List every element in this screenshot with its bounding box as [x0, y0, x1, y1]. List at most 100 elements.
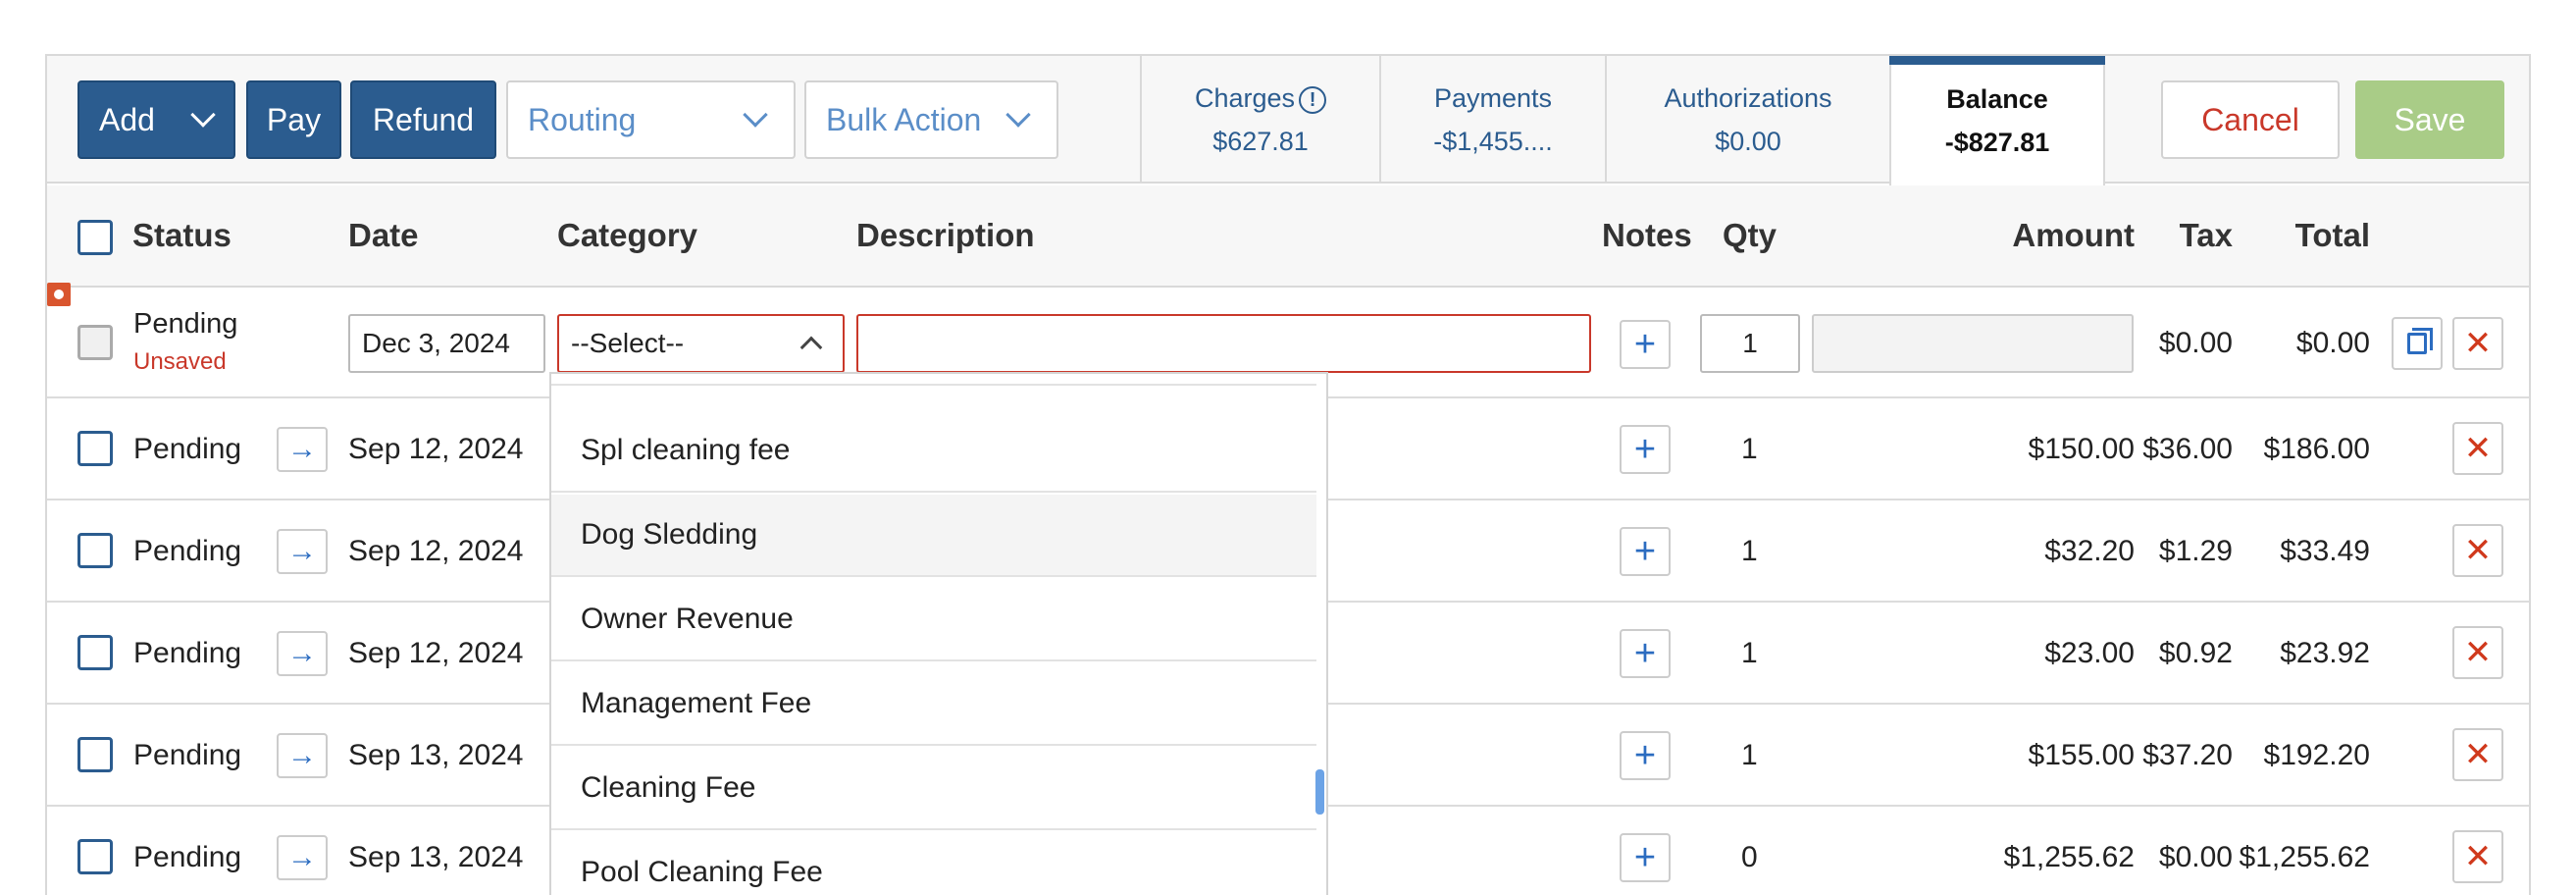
row-total: $23.92 [2280, 637, 2370, 669]
add-note-button[interactable]: + [1620, 731, 1671, 780]
add-note-button[interactable]: + [1620, 629, 1671, 678]
arrow-right-icon[interactable]: → [277, 427, 328, 472]
row-total: $186.00 [2263, 433, 2370, 465]
duplicate-row-button[interactable] [2392, 317, 2443, 370]
dropdown-item[interactable]: Spl cleaning fee [551, 410, 1316, 493]
save-button[interactable]: Save [2355, 80, 2504, 159]
category-dropdown-menu: Spl cleaning fee Dog Sledding Owner Reve… [549, 372, 1328, 895]
column-header-amount[interactable]: Amount [1982, 217, 2135, 254]
routing-select[interactable]: Routing [506, 80, 796, 159]
add-button[interactable]: Add [77, 80, 235, 159]
column-header-tax[interactable]: Tax [2144, 217, 2233, 254]
row-tax: $37.20 [2142, 739, 2233, 771]
row-checkbox[interactable] [77, 839, 113, 874]
row-amount: $155.00 [2028, 739, 2135, 771]
column-header-qty[interactable]: Qty [1723, 217, 1777, 254]
cancel-button[interactable]: Cancel [2161, 80, 2340, 159]
tab-charges[interactable]: Charges! $627.81 [1140, 56, 1379, 184]
dropdown-item-partial[interactable] [551, 374, 1316, 386]
arrow-right-icon[interactable]: → [277, 835, 328, 880]
column-header-notes: Notes [1602, 217, 1692, 253]
row-date: Sep 12, 2024 [348, 637, 524, 669]
arrow-right-icon[interactable]: → [277, 733, 328, 778]
qty-input[interactable]: 1 [1700, 314, 1800, 373]
arrow-right-icon[interactable]: → [277, 631, 328, 676]
row-tax: $0.00 [2158, 841, 2233, 873]
delete-row-button[interactable]: ✕ [2452, 422, 2503, 475]
row-amount: $23.00 [2044, 637, 2135, 669]
row-status: Pending [133, 841, 242, 873]
add-note-button[interactable]: + [1620, 833, 1671, 882]
column-header-status[interactable]: Status [132, 217, 232, 254]
row-date: Sep 12, 2024 [348, 535, 524, 567]
category-select[interactable]: --Select-- [557, 314, 845, 373]
row-amount: $32.20 [2044, 535, 2135, 567]
add-note-button[interactable]: + [1620, 425, 1671, 474]
tab-authorizations-value: $0.00 [1715, 127, 1781, 156]
dropdown-scrollbar[interactable] [1315, 769, 1324, 815]
row-checkbox[interactable] [77, 431, 113, 466]
add-button-label: Add [99, 101, 155, 137]
row-total: $1,255.62 [2239, 841, 2370, 873]
row-checkbox[interactable] [77, 635, 113, 670]
row-date: Sep 13, 2024 [348, 739, 524, 771]
copy-icon [2407, 328, 2433, 354]
add-note-button[interactable]: + [1620, 320, 1671, 369]
row-status: Pending [133, 535, 242, 567]
arrow-right-icon[interactable]: → [277, 529, 328, 574]
row-total: $33.49 [2280, 535, 2370, 567]
column-header-date[interactable]: Date [348, 217, 419, 254]
column-header-description[interactable]: Description [856, 217, 1035, 254]
dropdown-item-highlighted[interactable]: Dog Sledding [551, 495, 1316, 577]
dropdown-item[interactable]: Pool Cleaning Fee [551, 832, 1316, 895]
row-status: Pending [133, 739, 242, 771]
unsaved-indicator-icon [47, 283, 71, 306]
pay-button[interactable]: Pay [246, 80, 341, 159]
row-amount: $150.00 [2028, 433, 2135, 465]
bulk-action-select[interactable]: Bulk Action [804, 80, 1058, 159]
tab-payments-value: -$1,455.... [1433, 127, 1553, 156]
row-checkbox[interactable] [77, 533, 113, 568]
row-total: $192.20 [2263, 739, 2370, 771]
row-date: Sep 13, 2024 [348, 841, 524, 873]
row-tax: $0.92 [2158, 637, 2233, 669]
tab-balance-label: Balance [1946, 84, 2048, 114]
column-header-total[interactable]: Total [2262, 217, 2370, 254]
date-input[interactable]: Dec 3, 2024 [348, 314, 545, 373]
bulk-action-select-placeholder: Bulk Action [826, 101, 982, 137]
tab-balance-value: -$827.81 [1944, 128, 2050, 157]
delete-row-button[interactable]: ✕ [2452, 524, 2503, 577]
tab-payments[interactable]: Payments -$1,455.... [1379, 56, 1605, 184]
row-qty: 0 [1741, 841, 1758, 873]
delete-row-button[interactable]: ✕ [2452, 728, 2503, 781]
dropdown-item[interactable]: Owner Revenue [551, 579, 1316, 661]
select-all-checkbox[interactable] [77, 220, 113, 255]
column-header-category[interactable]: Category [557, 217, 697, 254]
chevron-up-icon [799, 336, 823, 359]
row-qty: 1 [1741, 433, 1758, 465]
row-amount: $1,255.62 [2003, 841, 2135, 873]
row-status: Pending [133, 433, 242, 465]
delete-row-button[interactable]: ✕ [2452, 626, 2503, 679]
add-note-button[interactable]: + [1620, 527, 1671, 576]
chevron-down-icon [1005, 102, 1031, 128]
tab-balance[interactable]: Balance -$827.81 [1889, 56, 2105, 185]
tab-authorizations[interactable]: Authorizations $0.00 [1605, 56, 1889, 184]
dropdown-item[interactable]: Cleaning Fee [551, 748, 1316, 830]
row-qty: 1 [1741, 739, 1758, 771]
row-total: $0.00 [2295, 327, 2370, 359]
info-icon[interactable]: ! [1299, 85, 1327, 114]
delete-row-button[interactable]: ✕ [2452, 830, 2503, 883]
description-input[interactable] [856, 314, 1591, 373]
row-checkbox[interactable] [77, 325, 113, 360]
amount-input[interactable] [1812, 314, 2134, 373]
row-qty: 1 [1741, 535, 1758, 567]
row-checkbox[interactable] [77, 737, 113, 772]
dropdown-item[interactable]: Management Fee [551, 663, 1316, 746]
refund-button[interactable]: Refund [350, 80, 496, 159]
tab-authorizations-label: Authorizations [1664, 83, 1832, 113]
delete-row-button[interactable]: ✕ [2452, 317, 2503, 370]
chevron-down-icon [190, 102, 216, 128]
unsaved-label: Unsaved [133, 348, 227, 375]
row-status: Pending [133, 308, 238, 340]
